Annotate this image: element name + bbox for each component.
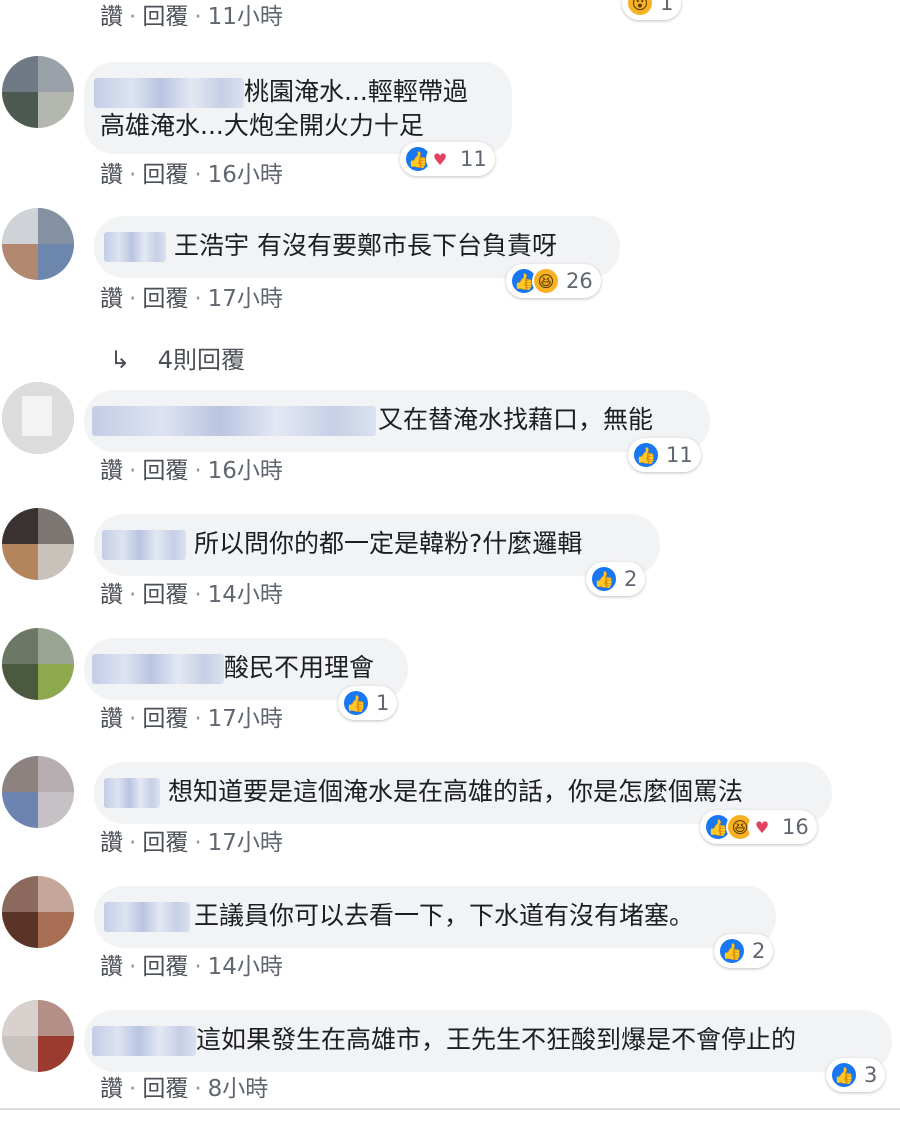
reaction-count: 2 — [624, 567, 638, 591]
like-icon: 👍 — [342, 689, 370, 717]
avatar[interactable] — [2, 56, 74, 128]
blurred-name[interactable] — [104, 902, 190, 932]
blurred-name[interactable] — [104, 778, 160, 808]
timestamp[interactable]: 17小時 — [208, 830, 283, 856]
reaction-summary[interactable]: 👍 2 — [714, 934, 774, 968]
comment-text: 王議員你可以去看一下，下水道有沒有堵塞。 — [194, 901, 695, 930]
like-link[interactable]: 讚 — [100, 582, 123, 608]
timestamp[interactable]: 14小時 — [208, 954, 283, 980]
comment-text: 桃園淹水...輕輕帶過 — [244, 77, 468, 106]
avatar[interactable] — [2, 628, 74, 700]
reaction-summary[interactable]: 👍 😆 26 — [506, 264, 601, 298]
blurred-name[interactable] — [92, 654, 224, 684]
reaction-count: 16 — [782, 815, 809, 839]
comment-text-line2: 高雄淹水...大炮全開火力十足 — [100, 111, 424, 140]
comment-actions-top: 讚 · 回覆 · 11小時 — [100, 4, 283, 30]
reaction-summary[interactable]: 👍 1 — [338, 686, 398, 720]
comment-actions: 讚 · 回覆 · 14小時 — [100, 582, 283, 608]
view-replies-link[interactable]: ↳ 4則回覆 — [110, 340, 245, 375]
comment-bubble: 所以問你的都一定是韓粉?什麼邏輯 — [94, 514, 660, 576]
reply-arrow-icon: ↳ — [110, 346, 131, 374]
reaction-count: 1 — [376, 691, 390, 715]
comment-text: 王浩宇 有沒有要鄭市長下台負責呀 — [174, 231, 557, 260]
reply-link[interactable]: 回覆 — [142, 1076, 188, 1102]
comment-actions: 讚 · 回覆 · 16小時 — [100, 458, 283, 484]
haha-icon: 😆 — [532, 267, 560, 295]
timestamp[interactable]: 11小時 — [208, 4, 283, 30]
comment-text: 想知道要是這個淹水是在高雄的話，你是怎麼個罵法 — [168, 777, 744, 806]
like-icon: 👍 — [632, 441, 660, 469]
avatar[interactable] — [2, 876, 74, 948]
reply-link[interactable]: 回覆 — [142, 458, 188, 484]
avatar[interactable] — [2, 1000, 74, 1072]
timestamp[interactable]: 8小時 — [208, 1076, 269, 1102]
like-link[interactable]: 讚 — [100, 458, 123, 484]
like-link[interactable]: 讚 — [100, 954, 123, 980]
reaction-count: 1 — [660, 0, 674, 15]
reaction-summary[interactable]: 👍 11 — [628, 438, 701, 472]
reaction-count: 3 — [864, 1063, 878, 1087]
comment-text: 所以問你的都一定是韓粉?什麼邏輯 — [194, 529, 583, 558]
like-link[interactable]: 讚 — [100, 1076, 123, 1102]
like-link[interactable]: 讚 — [100, 4, 123, 30]
haha-icon: 😮 — [626, 0, 654, 17]
avatar[interactable] — [2, 756, 74, 828]
comment-bubble: 桃園淹水...輕輕帶過 高雄淹水...大炮全開火力十足 — [84, 62, 512, 154]
avatar[interactable] — [2, 508, 74, 580]
comment-actions: 讚 · 回覆 · 17小時 — [100, 286, 283, 312]
blurred-name[interactable] — [92, 1026, 196, 1056]
like-icon: 👍 — [590, 565, 618, 593]
timestamp[interactable]: 16小時 — [208, 458, 283, 484]
blurred-name[interactable] — [102, 530, 186, 560]
like-link[interactable]: 讚 — [100, 162, 123, 188]
comment-actions: 讚 · 回覆 · 17小時 — [100, 830, 283, 856]
timestamp[interactable]: 17小時 — [208, 286, 283, 312]
timestamp[interactable]: 16小時 — [208, 162, 283, 188]
timestamp[interactable]: 14小時 — [208, 582, 283, 608]
comment-bubble: 王議員你可以去看一下，下水道有沒有堵塞。 — [94, 886, 776, 948]
comment-actions: 讚 · 回覆 · 17小時 — [100, 706, 283, 732]
reply-link[interactable]: 回覆 — [142, 286, 188, 312]
comment-text: 這如果發生在高雄市，王先生不狂酸到爆是不會停止的 — [196, 1025, 797, 1054]
reaction-summary[interactable]: 👍 😆 ♥ 16 — [700, 810, 817, 844]
reaction-summary[interactable]: 👍 3 — [826, 1058, 886, 1092]
like-link[interactable]: 讚 — [100, 830, 123, 856]
reaction-count: 11 — [460, 147, 487, 171]
like-icon: 👍 — [718, 937, 746, 965]
reaction-count: 11 — [666, 443, 693, 467]
like-icon: 👍 — [830, 1061, 858, 1089]
divider — [0, 1108, 900, 1110]
reaction-summary[interactable]: 😮 1 — [622, 0, 682, 20]
comment-text: 酸民不用理會 — [224, 653, 375, 682]
comment-actions: 讚 · 回覆 · 8小時 — [100, 1076, 269, 1102]
reply-link[interactable]: 回覆 — [142, 162, 188, 188]
love-icon: ♥ — [426, 145, 454, 173]
reply-link[interactable]: 回覆 — [142, 4, 188, 30]
reaction-count: 26 — [566, 269, 593, 293]
comment-text: 又在替淹水找藉口，無能 — [378, 405, 654, 434]
avatar[interactable] — [2, 382, 74, 454]
replies-count-label: 4則回覆 — [157, 346, 246, 374]
comment-bubble: 又在替淹水找藉口，無能 — [84, 390, 710, 452]
reaction-summary[interactable]: 👍 ♥ 11 — [400, 142, 495, 176]
timestamp[interactable]: 17小時 — [208, 706, 283, 732]
love-icon: ♥ — [748, 813, 776, 841]
reply-link[interactable]: 回覆 — [142, 706, 188, 732]
reply-link[interactable]: 回覆 — [142, 830, 188, 856]
reply-link[interactable]: 回覆 — [142, 582, 188, 608]
reaction-count: 2 — [752, 939, 766, 963]
blurred-name[interactable] — [104, 232, 166, 262]
comment-bubble: 這如果發生在高雄市，王先生不狂酸到爆是不會停止的 — [84, 1010, 892, 1072]
blurred-name[interactable] — [94, 78, 244, 108]
comment-actions: 讚 · 回覆 · 14小時 — [100, 954, 283, 980]
comment-actions: 讚 · 回覆 · 16小時 — [100, 162, 283, 188]
like-link[interactable]: 讚 — [100, 286, 123, 312]
avatar[interactable] — [2, 208, 74, 280]
like-link[interactable]: 讚 — [100, 706, 123, 732]
reaction-summary[interactable]: 👍 2 — [586, 562, 646, 596]
reply-link[interactable]: 回覆 — [142, 954, 188, 980]
blurred-name[interactable] — [92, 406, 376, 436]
